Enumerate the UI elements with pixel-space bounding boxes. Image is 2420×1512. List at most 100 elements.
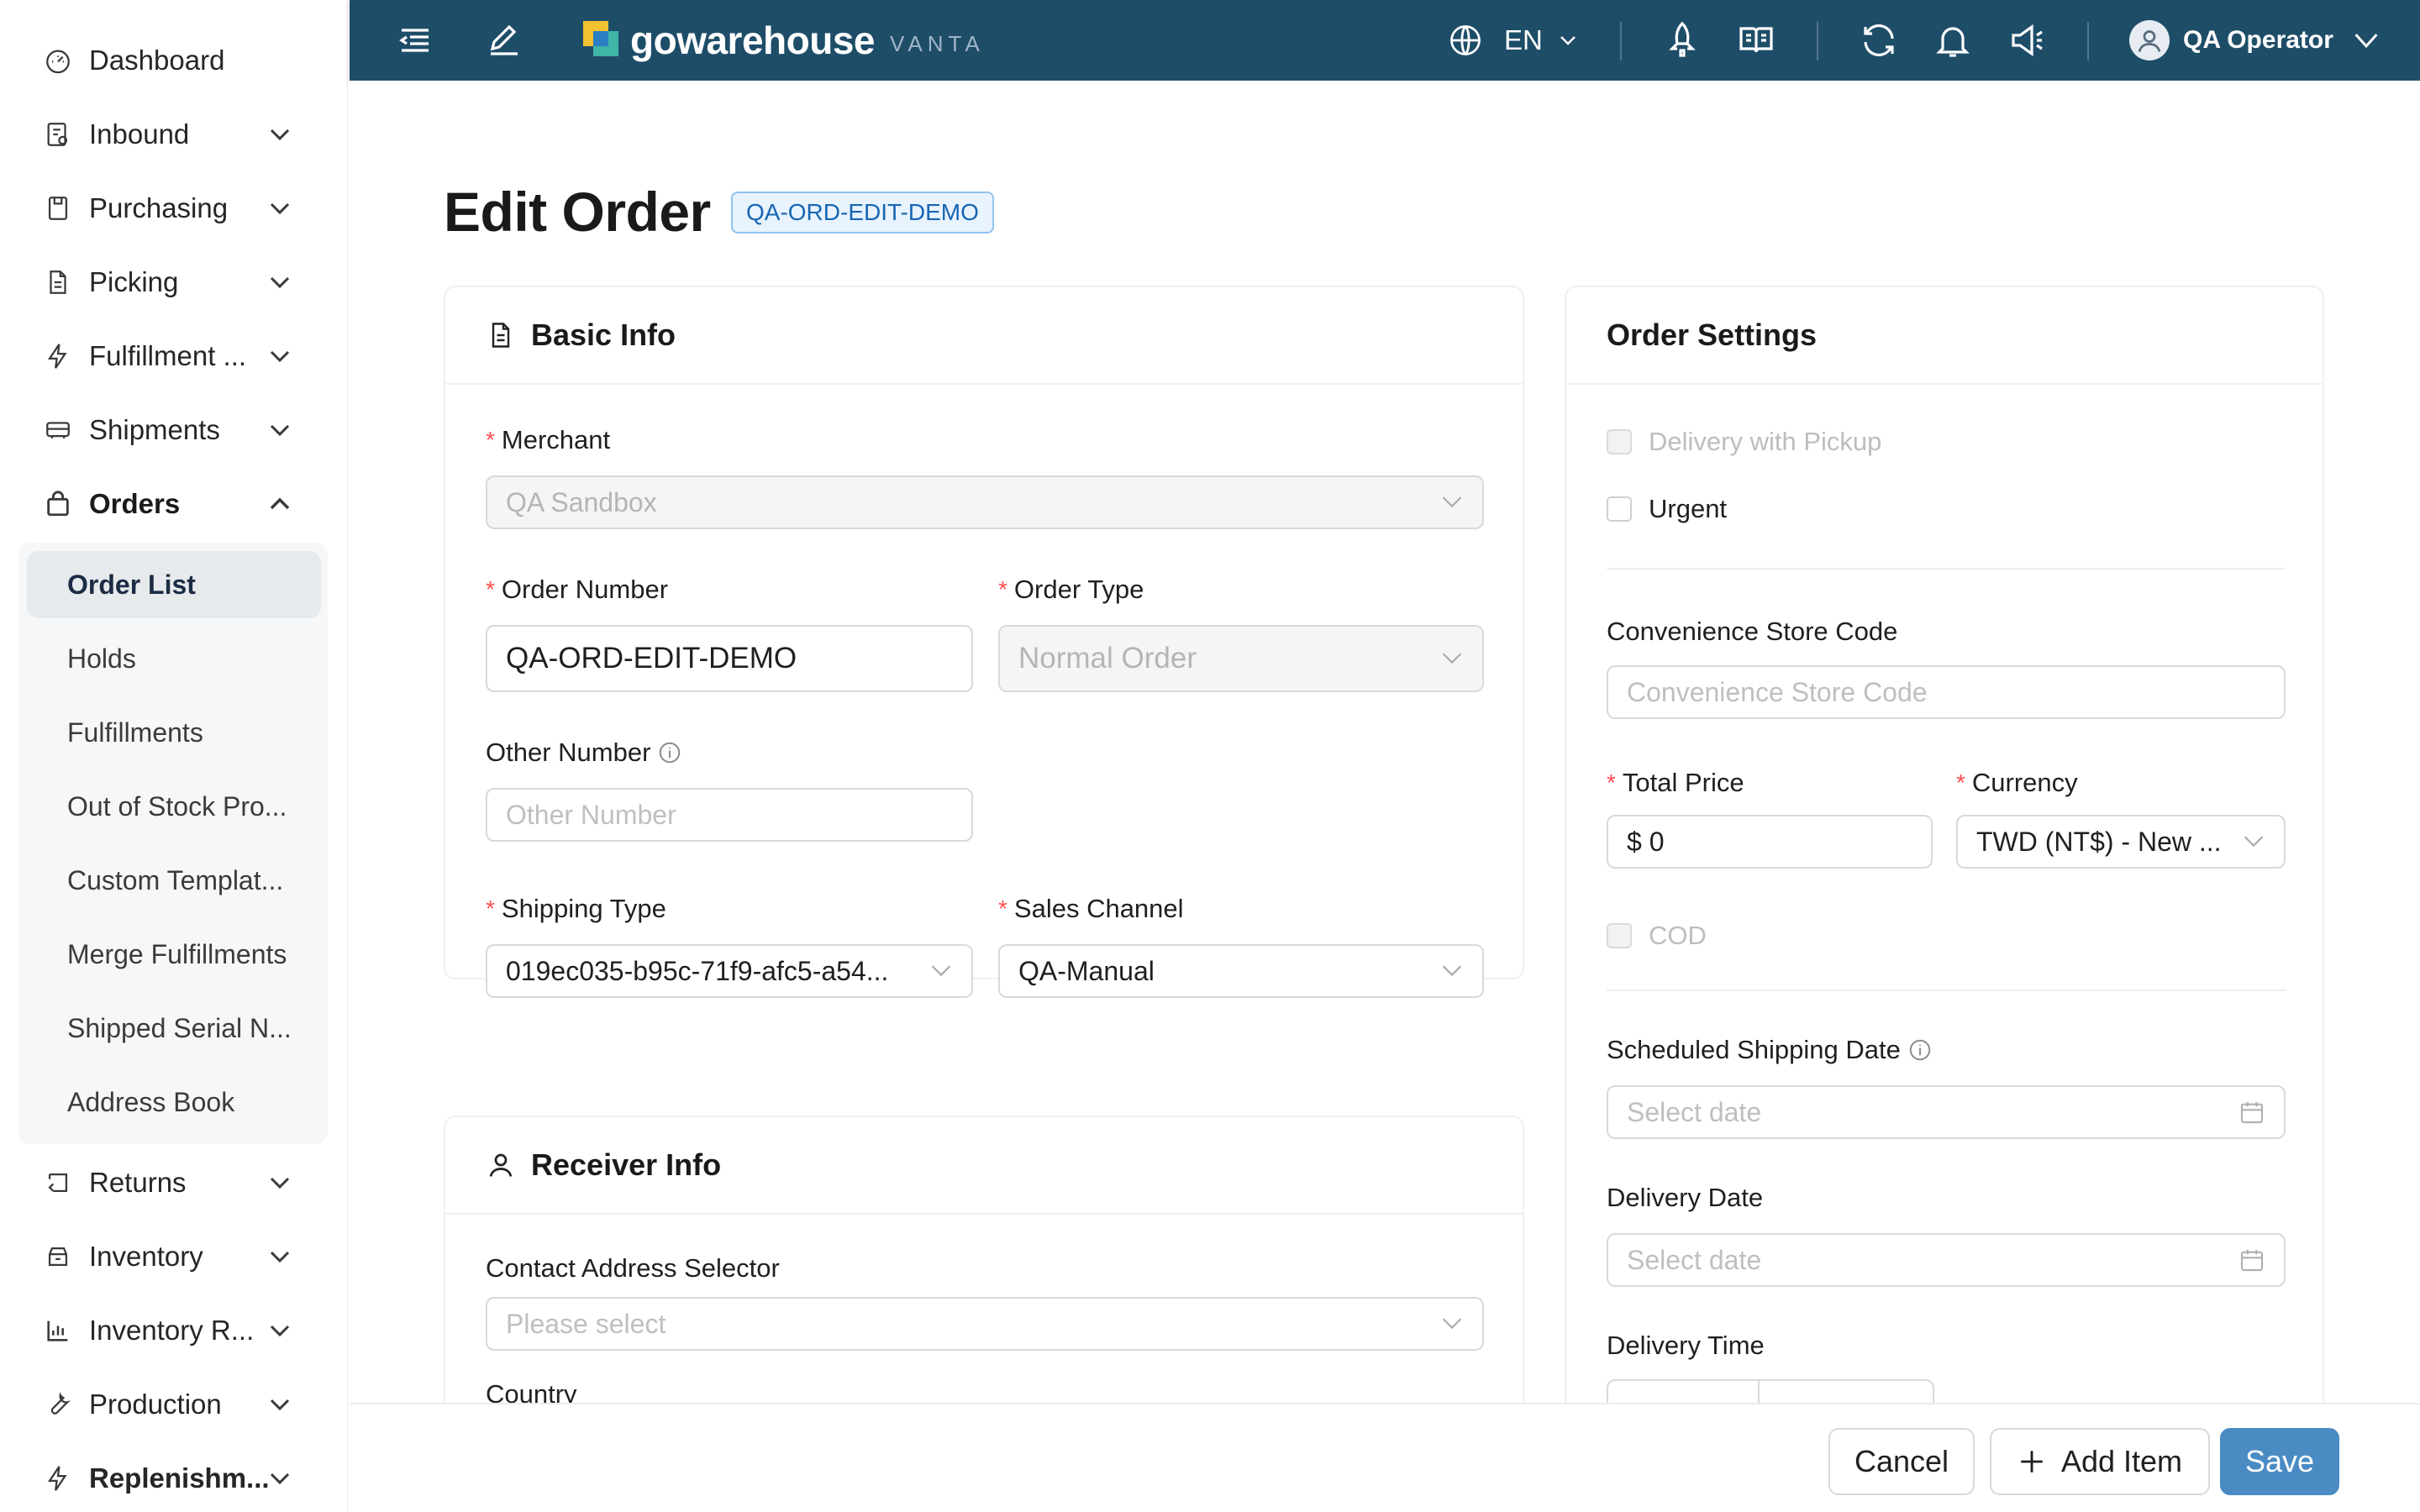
- order-type-select[interactable]: Normal Order: [998, 625, 1484, 692]
- menu-collapse-icon[interactable]: [395, 20, 435, 60]
- urgent-checkbox[interactable]: Urgent: [1607, 494, 1727, 524]
- delivery-date-placeholder: Select date: [1627, 1244, 1762, 1275]
- checkbox-box: [1607, 429, 1632, 454]
- edit-icon[interactable]: [484, 20, 524, 60]
- shipping-type-select[interactable]: 019ec035-b95c-71f9-afc5-a54...: [486, 944, 973, 998]
- delivery-time-label: Delivery Time: [1607, 1331, 1765, 1361]
- language-selector[interactable]: EN: [1447, 0, 1578, 81]
- sidebar-item-label: Purchasing: [89, 192, 229, 223]
- cod-label: COD: [1649, 921, 1707, 950]
- chevron-up-icon: [270, 497, 290, 510]
- sidebar-item-purchasing[interactable]: Purchasing: [0, 175, 347, 242]
- other-number-input[interactable]: Other Number: [486, 788, 973, 842]
- refresh-icon[interactable]: [1859, 20, 1899, 60]
- info-icon[interactable]: [657, 740, 682, 765]
- chevron-down-icon: [1442, 965, 1462, 977]
- merchant-label: * Merchant: [486, 425, 610, 455]
- submenu-item-order-list[interactable]: Order List: [27, 551, 321, 618]
- delivery-with-pickup-checkbox[interactable]: Delivery with Pickup: [1607, 427, 1881, 457]
- receiver-info-title: Receiver Info: [531, 1147, 722, 1182]
- store-code-label: Convenience Store Code: [1607, 617, 1897, 647]
- submenu-item-fulfillments[interactable]: Fulfillments: [18, 699, 328, 766]
- delivery-date-picker[interactable]: Select date: [1607, 1233, 2286, 1287]
- sidebar-item-label: Returns: [89, 1167, 187, 1198]
- chevron-down-icon: [270, 1325, 290, 1337]
- rocket-icon[interactable]: [1662, 20, 1702, 60]
- sidebar-item-orders[interactable]: Orders: [0, 470, 347, 538]
- sidebar-item-picking[interactable]: Picking: [0, 249, 347, 316]
- currency-value: TWD (NT$) - New ...: [1976, 826, 2222, 857]
- total-price-input[interactable]: $ 0: [1607, 815, 1933, 869]
- announcement-icon[interactable]: [2007, 20, 2047, 60]
- currency-select[interactable]: TWD (NT$) - New ...: [1956, 815, 2286, 869]
- scheduled-shipping-placeholder: Select date: [1627, 1096, 1762, 1127]
- user-icon: [489, 1153, 513, 1177]
- sidebar-item-shipments[interactable]: Shipments: [0, 396, 347, 464]
- save-button[interactable]: Save: [2220, 1428, 2339, 1495]
- brand-logo[interactable]: gowarehouse VANTA: [583, 17, 985, 64]
- chevron-down-icon: [270, 1177, 290, 1189]
- page-title: Edit Order: [444, 181, 711, 243]
- submenu-item-address-book[interactable]: Address Book: [18, 1068, 328, 1136]
- submenu-item-out-of-stock[interactable]: Out of Stock Pro...: [18, 773, 328, 840]
- chevron-down-icon: [1560, 36, 1576, 45]
- lightning-icon: [47, 1466, 67, 1491]
- store-code-input[interactable]: Convenience Store Code: [1607, 665, 2286, 719]
- divider: [1817, 22, 1818, 60]
- sidebar-item-inbound[interactable]: Inbound: [0, 101, 347, 168]
- sidebar-item-label: Replenishm...: [89, 1462, 270, 1494]
- book-icon[interactable]: [1736, 20, 1776, 60]
- sidebar-item-returns[interactable]: Returns: [0, 1149, 347, 1216]
- order-number-value: QA-ORD-EDIT-DEMO: [506, 642, 797, 675]
- divider: [2087, 22, 2089, 60]
- sidebar-item-production[interactable]: Production: [0, 1371, 347, 1438]
- top-bar: gowarehouse VANTA EN QA Operator: [350, 0, 2420, 81]
- orders-submenu: Order List Holds Fulfillments Out of Sto…: [18, 543, 328, 1144]
- inbound-icon: [47, 123, 68, 146]
- sidebar-item-fulfillment[interactable]: Fulfillment ...: [0, 323, 347, 390]
- submenu-item-custom-templates[interactable]: Custom Templat...: [18, 847, 328, 914]
- calendar-icon: [2240, 1250, 2264, 1272]
- order-number-input[interactable]: QA-ORD-EDIT-DEMO: [486, 625, 973, 692]
- chevron-down-icon: [270, 1399, 290, 1411]
- picking-icon: [50, 270, 66, 294]
- avatar: [2129, 20, 2170, 60]
- contact-address-select[interactable]: Please select: [486, 1297, 1484, 1351]
- chevron-down-icon: [270, 1473, 290, 1485]
- bar-chart-icon: [47, 1320, 68, 1341]
- merchant-select[interactable]: QA Sandbox: [486, 475, 1484, 529]
- submenu-item-holds[interactable]: Holds: [18, 625, 328, 692]
- order-settings-title: Order Settings: [1607, 318, 1818, 352]
- submenu-item-shipped-serial[interactable]: Shipped Serial N...: [18, 995, 328, 1062]
- bell-icon[interactable]: [1933, 20, 1973, 60]
- sales-channel-label: * Sales Channel: [998, 894, 1184, 924]
- chevron-down-icon: [270, 1251, 290, 1263]
- order-number-label: * Order Number: [486, 575, 668, 605]
- delivery-date-label: Delivery Date: [1607, 1183, 1763, 1213]
- add-item-button[interactable]: Add Item: [1990, 1428, 2210, 1495]
- scheduled-shipping-date-picker[interactable]: Select date: [1607, 1085, 2286, 1139]
- info-icon[interactable]: [1907, 1037, 1933, 1063]
- sidebar-item-label: Dashboard: [89, 45, 225, 76]
- sidebar-item-inventory[interactable]: Inventory: [0, 1223, 347, 1290]
- sidebar-item-label: Inventory R...: [89, 1315, 255, 1346]
- order-type-label: * Order Type: [998, 575, 1144, 605]
- merchant-label-text: Merchant: [501, 425, 611, 454]
- sidebar-item-dashboard[interactable]: Dashboard: [0, 27, 347, 94]
- sales-channel-select[interactable]: QA-Manual: [998, 944, 1484, 998]
- order-type-label-text: Order Type: [1013, 575, 1144, 604]
- sidebar-item-replenishment[interactable]: Replenishm...: [0, 1445, 347, 1512]
- order-settings-header: Order Settings: [1566, 287, 2323, 385]
- required-mark: *: [998, 895, 1007, 921]
- sidebar-item-inventory-reports[interactable]: Inventory R...: [0, 1297, 347, 1364]
- basic-info-title: Basic Info: [531, 318, 676, 352]
- cod-checkbox[interactable]: COD: [1607, 921, 1707, 951]
- inventory-icon: [48, 1247, 68, 1267]
- user-menu[interactable]: QA Operator: [2129, 0, 2381, 81]
- submenu-item-merge-fulfillments[interactable]: Merge Fulfillments: [18, 921, 328, 988]
- scheduled-shipping-label-text: Scheduled Shipping Date: [1607, 1035, 1901, 1064]
- sidebar-item-label: Inventory: [89, 1241, 203, 1272]
- chevron-down-icon: [270, 202, 290, 215]
- cancel-button[interactable]: Cancel: [1828, 1428, 1975, 1495]
- shipping-type-value: 019ec035-b95c-71f9-afc5-a54...: [506, 955, 889, 986]
